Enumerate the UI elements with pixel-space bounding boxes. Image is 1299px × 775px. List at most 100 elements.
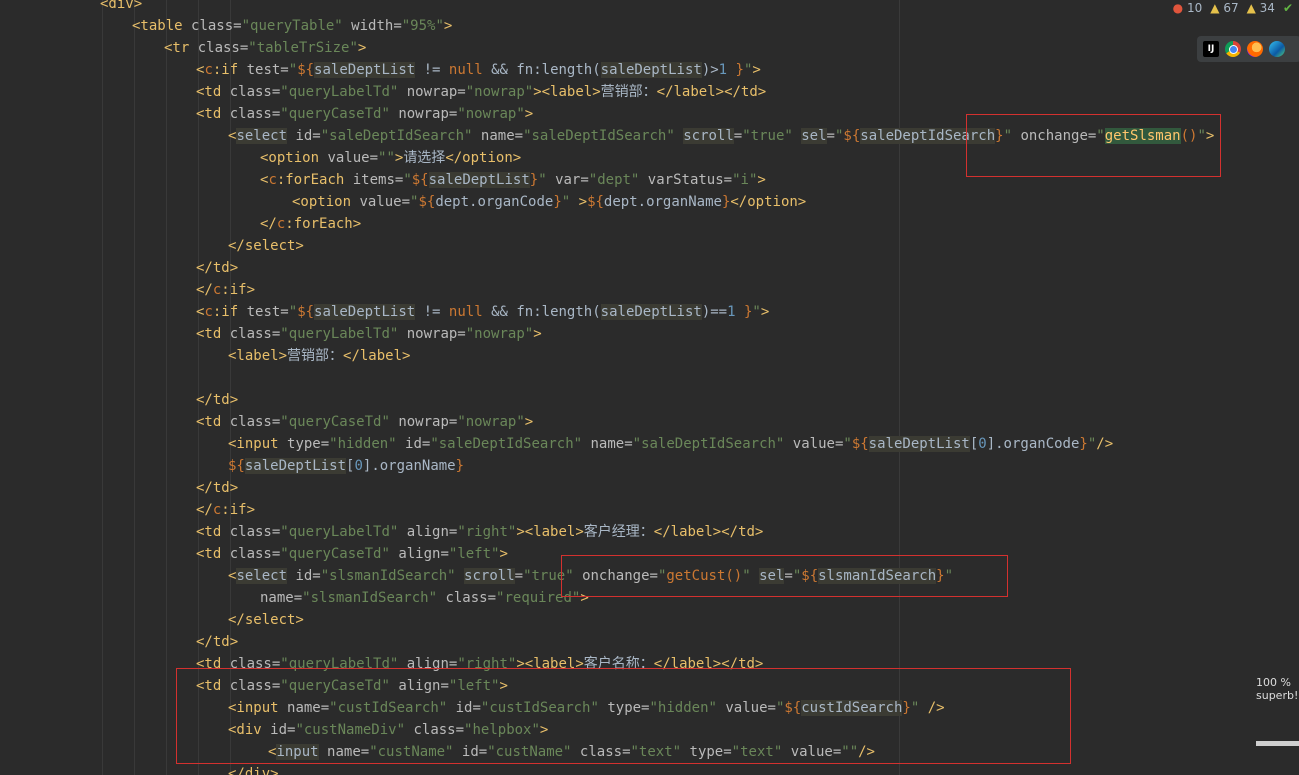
code-token: "95%" [401,18,444,34]
code-token: > [524,106,534,122]
code-token: <td [196,84,230,100]
code-line[interactable]: </td> [196,631,238,653]
right-margin-guide [899,0,900,775]
code-line[interactable]: <td class="queryLabelTd" nowrap="nowrap"… [196,81,766,103]
code-token: <tr [164,40,198,56]
code-token: saleDeptList [428,172,530,188]
code-token: class= [445,590,497,606]
code-token: != [415,304,449,320]
code-line[interactable]: <td class="queryCaseTd" align="left"> [196,543,508,565]
code-token: " [843,436,852,452]
code-line[interactable]: ${saleDeptList[0].organName} [228,455,464,477]
error-count[interactable]: ● 10 [1173,1,1203,15]
code-token: > [524,414,534,430]
code-token: > [578,194,588,210]
code-token: </ [196,502,213,518]
code-token: align= [398,546,449,562]
code-token: "dept" [588,172,648,188]
code-line[interactable]: </c:forEach> [260,213,361,235]
code-token: </option> [445,150,522,166]
code-line[interactable]: </td> [196,477,238,499]
code-line[interactable]: <div> [100,0,142,15]
code-token: class= [229,524,281,540]
code-line[interactable]: </div> [228,763,279,775]
indent-guide [134,0,135,775]
code-line[interactable]: <option value="${dept.organCode}" >${dep… [292,191,806,213]
code-token: name= [480,128,524,144]
warning-count[interactable]: ▲ 67 [1210,1,1238,15]
code-line[interactable]: </select> [228,235,304,257]
code-token: dept.organCode [435,194,554,210]
code-line[interactable]: </td> [196,257,238,279]
chrome-icon[interactable] [1225,41,1241,57]
code-token: class= [229,546,281,562]
highlight-box-custname-input [176,668,1071,764]
code-token: select [236,128,288,144]
code-token: > [516,524,525,540]
code-line[interactable]: <tr class="tableTrSize"> [164,37,366,59]
code-line[interactable]: <td class="queryLabelTd" align="right"><… [196,521,763,543]
code-token: c [204,62,213,78]
code-line[interactable]: <table class="queryTable" width="95%"> [132,15,452,37]
code-token: </label> [343,348,411,364]
code-line[interactable]: <c:forEach items="${saleDeptList}" var="… [260,169,766,191]
code-token: "queryTable" [241,18,352,34]
zoom-percent: 100 % [1256,676,1291,689]
code-token: class= [229,106,281,122]
code-line[interactable]: </td> [196,389,238,411]
checkmark-icon[interactable]: ✔ [1283,1,1293,15]
code-token: "queryLabelTd" [280,326,407,342]
code-token: 0 [354,458,363,474]
code-line[interactable]: <td class="queryCaseTd" nowrap="nowrap"> [196,103,533,125]
code-token: "true" [742,128,802,144]
code-token: )== [701,304,728,320]
zoom-badge: 100 % superb! [1256,676,1298,702]
code-token: width= [351,18,402,34]
code-token: nowrap= [398,106,458,122]
code-token: null [448,62,483,78]
code-token: :if> [221,502,256,518]
code-token: </td> [196,480,239,496]
code-token: </option> [730,194,807,210]
code-line[interactable]: <td class="queryLabelTd" nowrap="nowrap"… [196,323,542,345]
code-token: dept.organName [603,194,722,210]
inspection-indicators[interactable]: ● 10 ▲ 67 ▲ 34 ✔ [1173,0,1293,16]
code-token: > [757,172,766,188]
code-line[interactable]: name="slsmanIdSearch" class="required"> [260,587,589,609]
code-token: items= [352,172,404,188]
code-token: "queryCaseTd" [280,414,399,430]
code-token: " [561,194,579,210]
weak-warning-count[interactable]: ▲ 34 [1247,1,1275,15]
code-token: ${ [297,304,315,320]
code-line[interactable]: <input type="hidden" id="saleDeptIdSearc… [228,433,1113,455]
code-token: <label> [541,84,601,100]
code-line[interactable]: <c:if test="${saleDeptList != null && fn… [196,59,761,81]
code-token: "queryCaseTd" [280,546,399,562]
code-token: <label> [228,348,288,364]
code-token: } [1079,436,1088,452]
code-line[interactable]: </c:if> [196,279,255,301]
code-line[interactable]: <label>营销部：</label> [228,345,410,367]
intellij-icon[interactable]: IJ [1203,41,1219,57]
code-token: } [727,62,744,78]
code-line[interactable]: </c:if> [196,499,255,521]
code-token: " [403,172,412,188]
edge-icon[interactable] [1269,41,1285,57]
code-token: :if> [221,282,256,298]
code-token: </td> [196,634,239,650]
code-editor[interactable]: <div> <table class="queryTable" width="95… [0,0,1299,775]
code-line[interactable]: <option value="">请选择</option> [260,147,521,169]
code-token: "right" [457,524,517,540]
highlight-box-onchange-getslsman [966,114,1221,177]
code-token: id= [295,128,321,144]
code-token: </td> [196,392,239,408]
code-token: align= [406,524,458,540]
code-token: "nowrap" [457,414,525,430]
code-token: <label> [524,524,584,540]
code-line[interactable]: </select> [228,609,304,631]
code-line[interactable]: <td class="queryCaseTd" nowrap="nowrap"> [196,411,533,433]
firefox-icon[interactable] [1247,41,1263,57]
code-token: > [443,18,453,34]
scrollbar-thumb[interactable] [1256,741,1299,746]
code-line[interactable]: <c:if test="${saleDeptList != null && fn… [196,301,769,323]
